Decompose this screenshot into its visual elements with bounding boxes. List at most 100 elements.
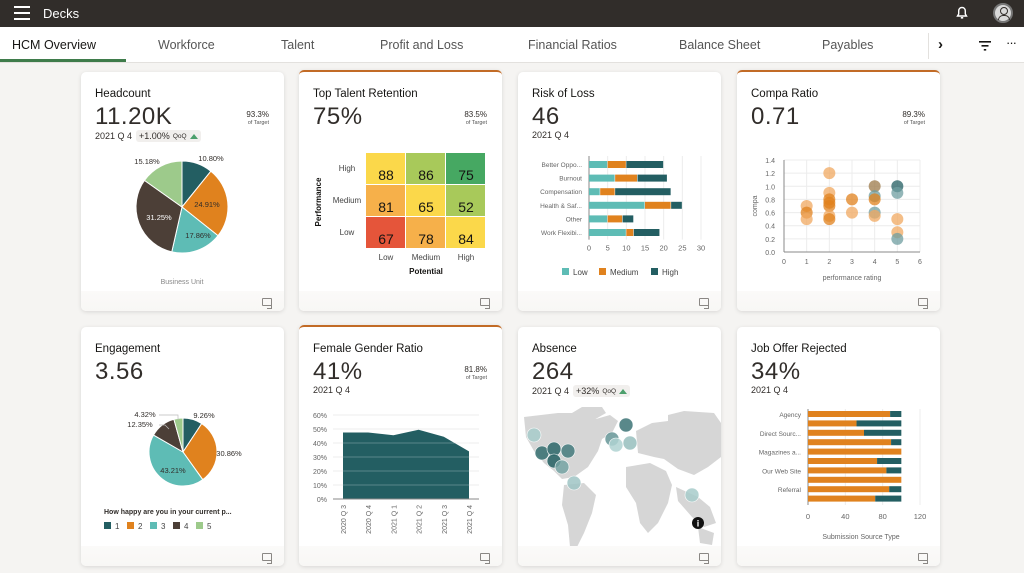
x-tick-label: 1 <box>805 259 809 266</box>
bar-segment <box>808 411 891 417</box>
scatter-point <box>823 167 836 180</box>
legend-title: How happy are you in your current p... <box>104 509 232 516</box>
comment-icon[interactable] <box>262 298 272 309</box>
scatter-point <box>868 209 881 222</box>
x-tick-label: 0 <box>587 244 591 253</box>
card-footer <box>518 546 721 566</box>
talent-heatmap[interactable]: 88 86 75 81 65 52 67 78 84 High Medium Low Low Medium… <box>299 72 502 311</box>
map-bubble <box>684 487 700 503</box>
y-tick-label: Burnout <box>559 176 582 183</box>
bar-segment <box>633 229 660 236</box>
tab-balance-sheet[interactable]: Balance Sheet <box>679 38 760 52</box>
compa-ratio-card[interactable]: Compa Ratio 0.71 89.3% of Target 0.0 0.2 0.… <box>737 70 940 311</box>
x-tick-label: 120 <box>914 512 927 521</box>
map-bubble <box>554 459 570 475</box>
tab-payables[interactable]: Payables <box>822 38 873 52</box>
x-tick-label: 3 <box>850 259 854 266</box>
bar-segment <box>589 215 608 223</box>
pie-slice-label: 10.80% <box>198 154 224 163</box>
comment-icon[interactable] <box>699 298 709 309</box>
chevron-right-icon[interactable]: › <box>938 36 943 53</box>
pie-slice-label: 9.26% <box>193 411 215 420</box>
y-tick-label: Better Oppo... <box>542 162 583 169</box>
top-talent-retention-card[interactable]: Top Talent Retention 75% 83.5% of Target … <box>299 70 502 311</box>
x-tick-label: 30 <box>697 244 705 253</box>
map-bubble <box>618 417 634 433</box>
headcount-pie-chart[interactable]: 10.80% 24.91% 17.86% 31.25% 15.18% Business U… <box>81 72 284 311</box>
risk-bar-chart[interactable]: 0 5 10 15 20 25 30 Better Oppo... Burnout Compens… <box>518 72 721 311</box>
map-bubble <box>526 427 542 443</box>
hamburger-menu-icon[interactable] <box>14 6 30 20</box>
card-footer <box>299 546 502 566</box>
info-icon-glyph: i <box>697 519 700 529</box>
heatmap-value: 86 <box>418 167 434 183</box>
headcount-card[interactable]: Headcount 11.20K 2021 Q 4 +1.00% QoQ 93.3… <box>81 72 284 311</box>
more-icon[interactable]: ··· <box>1006 35 1017 50</box>
legend-label: Low <box>573 268 588 277</box>
comment-icon[interactable] <box>918 298 928 309</box>
bell-icon[interactable] <box>956 6 968 20</box>
legend-label: 2 <box>138 522 143 531</box>
bar-segment <box>886 467 902 474</box>
x-tick-label: 2020 Q 3 <box>341 505 348 534</box>
heatmap-value: 84 <box>458 231 474 247</box>
x-tick-label: 2020 Q 4 <box>366 505 373 534</box>
x-tick-label: High <box>458 253 474 262</box>
heatmap-value: 65 <box>418 199 434 215</box>
heatmap-value: 52 <box>458 199 474 215</box>
scatter-point <box>891 232 904 245</box>
absence-map[interactable]: i <box>518 327 721 566</box>
legend-swatch <box>150 522 157 529</box>
legend-label: Medium <box>610 268 639 277</box>
bar-segment <box>808 458 878 464</box>
bar-segment <box>589 229 626 236</box>
bar-segment <box>808 495 876 502</box>
tab-financial-ratios[interactable]: Financial Ratios <box>528 38 617 52</box>
female-area-chart[interactable]: 0% 10% 20% 30% 40% 50% 60% 2020 Q 3 2020 Q 4 2021… <box>299 327 502 566</box>
comment-icon[interactable] <box>262 553 272 564</box>
job-offer-rejected-card[interactable]: Job Offer Rejected 34% 2021 Q 4 0 40 80 120… <box>737 327 940 566</box>
comment-icon[interactable] <box>699 553 709 564</box>
pie-slice-label: 17.86% <box>185 231 211 240</box>
legend-swatch <box>173 522 180 529</box>
tab-talent[interactable]: Talent <box>281 38 314 52</box>
absence-card[interactable]: Absence 264 2021 Q 4 +32% QoQ i <box>518 327 721 566</box>
heatmap-value: 81 <box>378 199 394 215</box>
x-axis-title: performance rating <box>823 275 882 282</box>
y-axis-title: Performance <box>314 177 323 226</box>
comment-icon[interactable] <box>480 553 490 564</box>
heatmap-value: 88 <box>378 167 394 183</box>
y-tick-label: 0.0 <box>765 250 775 257</box>
female-gender-ratio-card[interactable]: Female Gender Ratio 41% 2021 Q 4 81.8% of… <box>299 325 502 566</box>
tab-profit-and-loss[interactable]: Profit and Loss <box>380 38 463 52</box>
engagement-pie-chart[interactable]: 9.26% 30.86% 43.21% 12.35%4.32% How happy ar… <box>81 327 284 566</box>
x-tick-label: 25 <box>678 244 686 253</box>
tab-workforce[interactable]: Workforce <box>158 38 215 52</box>
user-avatar-icon[interactable] <box>993 3 1013 23</box>
bar-segment <box>622 215 634 223</box>
bar-segment <box>856 420 902 427</box>
filter-icon[interactable] <box>979 41 991 51</box>
tab-hcm-overview[interactable]: HCM Overview <box>12 38 96 52</box>
pie-slice-label: 30.86% <box>216 449 242 458</box>
x-tick-label: Medium <box>412 253 441 262</box>
bar-segment <box>808 486 890 493</box>
x-tick-label: 20 <box>659 244 667 253</box>
card-footer <box>81 291 284 311</box>
engagement-card[interactable]: Engagement 3.56 9.26% 30.86% 43.21% 12.35% 4… <box>81 327 284 566</box>
y-axis-title: compa <box>752 195 759 216</box>
job-offer-bar-chart[interactable]: 0 40 80 120 Agency Direct Sourc... Magazines a… <box>737 327 940 566</box>
comment-icon[interactable] <box>918 553 928 564</box>
comment-icon[interactable] <box>480 298 490 309</box>
card-footer <box>518 291 721 311</box>
y-tick-label: 50% <box>313 427 327 434</box>
compa-scatter-chart[interactable]: 0.0 0.2 0.4 0.6 0.8 1.0 1.2 1.4 0 1 2 3 4 5 6 performan… <box>737 72 940 311</box>
risk-of-loss-card[interactable]: Risk of Loss 46 2021 Q 4 0 5 10 15 20 25 30 Bet… <box>518 72 721 311</box>
map-bubble <box>622 435 638 451</box>
pie-slice-label: 15.18% <box>134 157 160 166</box>
legend-label: High <box>662 268 678 277</box>
x-tick-label: 5 <box>895 259 899 266</box>
bar-segment <box>808 448 902 455</box>
y-tick-label: 1.4 <box>765 158 775 165</box>
x-tick-label: 2021 Q 2 <box>417 505 424 534</box>
